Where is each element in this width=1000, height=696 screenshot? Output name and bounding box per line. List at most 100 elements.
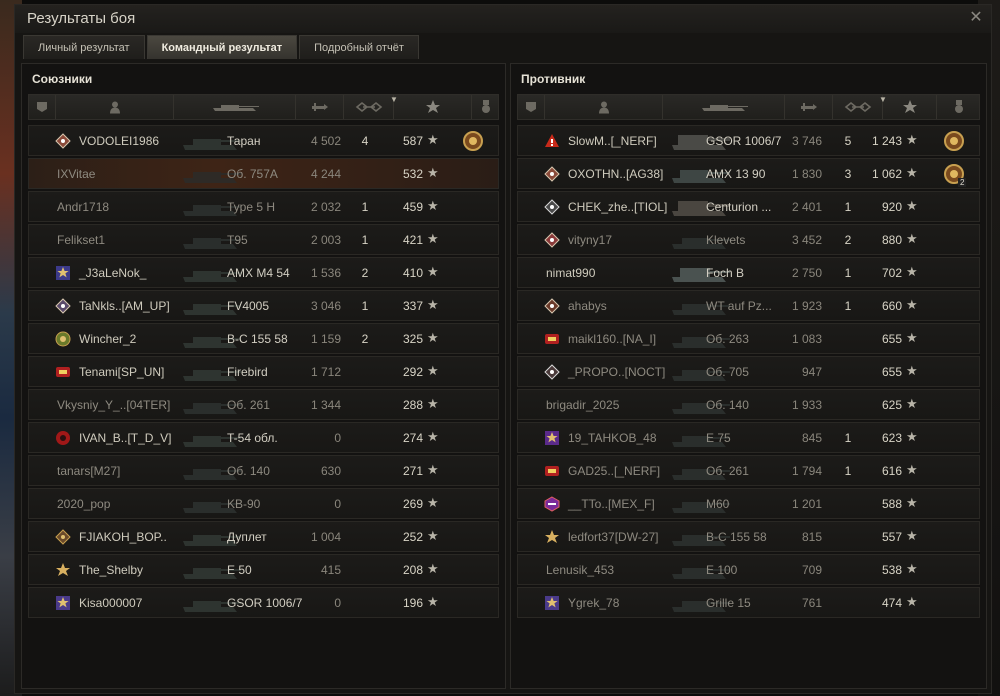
tab-team-result[interactable]: Командный результат [146, 35, 298, 59]
col-damage-header[interactable] [784, 95, 832, 119]
col-vehicle-header[interactable] [173, 95, 295, 119]
player-name: vityny17 [568, 233, 613, 247]
clan-star-icon [56, 266, 70, 280]
clan-star-icon [545, 530, 559, 543]
damage-value: 1 933 [791, 398, 822, 412]
table-row[interactable]: CHEK_zhe..[TIOL] Centurion ... 2 401 1 9… [517, 191, 980, 222]
table-row[interactable]: maikl160..[NA_I] Об. 263 1 083 655 ★ [517, 323, 980, 354]
clan-red-icon [545, 466, 559, 476]
player-name: IVAN_B..[T_D_V] [79, 431, 172, 445]
table-row[interactable]: ledfort37[DW-27] B-C 155 58 815 557 ★ [517, 521, 980, 552]
table-row[interactable]: The_Shelby E 50 415 208 ★ [28, 554, 499, 585]
close-icon[interactable]: ✕ [967, 9, 985, 27]
kills-value: 2 [361, 332, 369, 346]
damage-value: 0 [334, 596, 341, 610]
col-vehicle-header[interactable] [662, 95, 784, 119]
clan-diamond-icon [55, 298, 71, 314]
col-medal-header[interactable] [936, 95, 981, 119]
vehicle-name: B-C 155 58 [706, 530, 767, 544]
table-row[interactable]: IVAN_B..[T_D_V] T-54 обл. 0 274 ★ [28, 422, 499, 453]
table-row[interactable]: _PROPO..[NOCT] Об. 705 947 655 ★ [517, 356, 980, 387]
col-xp-header[interactable]: ▼ [879, 95, 936, 119]
tab-detailed-report[interactable]: Подробный отчёт [299, 35, 419, 59]
vehicle-icon [212, 105, 259, 111]
results-tabs: Личный результат Командный результат Под… [23, 35, 419, 59]
player-name: Vkysniy_Y_..[04TER] [57, 398, 171, 412]
col-xp-header[interactable]: ▼ [390, 95, 471, 119]
col-player-header[interactable] [544, 95, 662, 119]
table-row[interactable]: 19_TAHKOB_48 E 75 845 1 623 ★ [517, 422, 980, 453]
col-kills-header[interactable] [832, 95, 882, 119]
star-icon: ★ [906, 231, 918, 246]
table-row[interactable]: OXOTHN..[AG38] AMX 13 90 1 830 3 1 062 ★… [517, 158, 980, 189]
table-row[interactable]: nimat990 Foch B 2 750 1 702 ★ [517, 257, 980, 288]
player-name: Lenusik_453 [546, 563, 615, 577]
player-name: Wincher_2 [79, 332, 137, 346]
damage-value: 1 712 [310, 365, 341, 379]
mastery-medal-icon[interactable] [462, 130, 484, 152]
table-row[interactable]: IXVitae Об. 757А 4 244 532 ★ [28, 158, 499, 189]
table-row[interactable]: Tenami[SP_UN] Firebird 1 712 292 ★ [28, 356, 499, 387]
col-clan-header[interactable] [518, 95, 544, 119]
table-row[interactable]: SlowM..[_NERF] GSOR 1006/7 3 746 5 1 243… [517, 125, 980, 156]
table-row[interactable]: _J3aLeNok_ AMX M4 54 1 536 2 410 ★ [28, 257, 499, 288]
window-title: Результаты боя [27, 10, 136, 27]
table-row[interactable]: TaNkls..[AM_UP] FV4005 3 046 1 337 ★ [28, 290, 499, 321]
col-damage-header[interactable] [295, 95, 343, 119]
xp-value: 271 [402, 464, 423, 478]
table-row[interactable]: vityny17 Klevets 3 452 2 880 ★ [517, 224, 980, 255]
table-row[interactable]: ahabys WT auf Pz... 1 923 1 660 ★ [517, 290, 980, 321]
table-row[interactable]: brigadir_2025 Об. 140 1 933 625 ★ [517, 389, 980, 420]
damage-value: 2 401 [791, 200, 822, 214]
star-icon: ★ [427, 231, 439, 246]
damage-value: 709 [801, 563, 822, 577]
star-icon: ★ [427, 528, 439, 543]
table-row[interactable]: Ygrek_78 Grille 15 761 474 ★ [517, 587, 980, 618]
table-row[interactable]: tanars[M27] Об. 140 630 271 ★ [28, 455, 499, 486]
player-name: The_Shelby [79, 563, 144, 577]
table-row[interactable]: Andr1718 Type 5 H 2 032 1 459 ★ [28, 191, 499, 222]
star-icon: ★ [427, 297, 439, 312]
table-row[interactable]: VODOLEI1986 Таран 4 502 4 587 ★ [28, 125, 499, 156]
kills-icon [844, 101, 871, 113]
vehicle-name: E 75 [706, 431, 731, 445]
xp-value: 616 [881, 464, 902, 478]
table-row[interactable]: FJIAKOH_BOP.. Дуплет 1 004 252 ★ [28, 521, 499, 552]
col-kills-header[interactable] [343, 95, 393, 119]
table-row[interactable]: __TTo..[MEX_F] M60 1 201 588 ★ [517, 488, 980, 519]
table-row[interactable]: Felikset1 T95 2 003 1 421 ★ [28, 224, 499, 255]
table-row[interactable]: 2020_pop KB-90 0 269 ★ [28, 488, 499, 519]
vehicle-name: Foch B [706, 266, 745, 280]
table-row[interactable]: GAD25..[_NERF] Об. 261 1 794 1 616 ★ [517, 455, 980, 486]
table-row[interactable]: Vkysniy_Y_..[04TER] Об. 261 1 344 288 ★ [28, 389, 499, 420]
col-clan-header[interactable] [29, 95, 55, 119]
table-row[interactable]: Wincher_2 B-C 155 58 1 159 2 325 ★ [28, 323, 499, 354]
table-row[interactable]: Lenusik_453 E 100 709 538 ★ [517, 554, 980, 585]
player-name: Andr1718 [57, 200, 110, 214]
damage-value: 1 536 [310, 266, 341, 280]
clan-star-icon [545, 431, 559, 445]
mastery-medal-icon[interactable] [943, 130, 965, 152]
vehicle-name: Об. 705 [706, 365, 749, 379]
star-icon: ★ [906, 330, 918, 345]
tab-personal-result[interactable]: Личный результат [23, 35, 145, 59]
table-row[interactable]: Kisa000007 GSOR 1006/7 0 196 ★ [28, 587, 499, 618]
window-titlebar: Результаты боя ✕ [15, 5, 991, 33]
allies-panel: Союзники ▼ VODOLEI1986 Таран 4 502 4 587… [21, 63, 506, 689]
damage-value: 3 452 [791, 233, 822, 247]
kills-value: 1 [361, 233, 369, 247]
star-icon: ★ [427, 429, 439, 444]
damage-value: 815 [801, 530, 822, 544]
vehicle-name: E 100 [706, 563, 738, 577]
player-name: CHEK_zhe..[TIOL] [568, 200, 668, 214]
damage-value: 2 750 [791, 266, 822, 280]
xp-value: 196 [402, 596, 423, 610]
clan-star-icon [56, 563, 70, 576]
damage-value: 630 [320, 464, 341, 478]
clan-emblem-icon [526, 102, 536, 112]
col-medal-header[interactable] [471, 95, 500, 119]
damage-value: 3 046 [310, 299, 341, 313]
vehicle-icon [701, 105, 748, 111]
xp-value: 1 243 [871, 134, 902, 148]
col-player-header[interactable] [55, 95, 173, 119]
